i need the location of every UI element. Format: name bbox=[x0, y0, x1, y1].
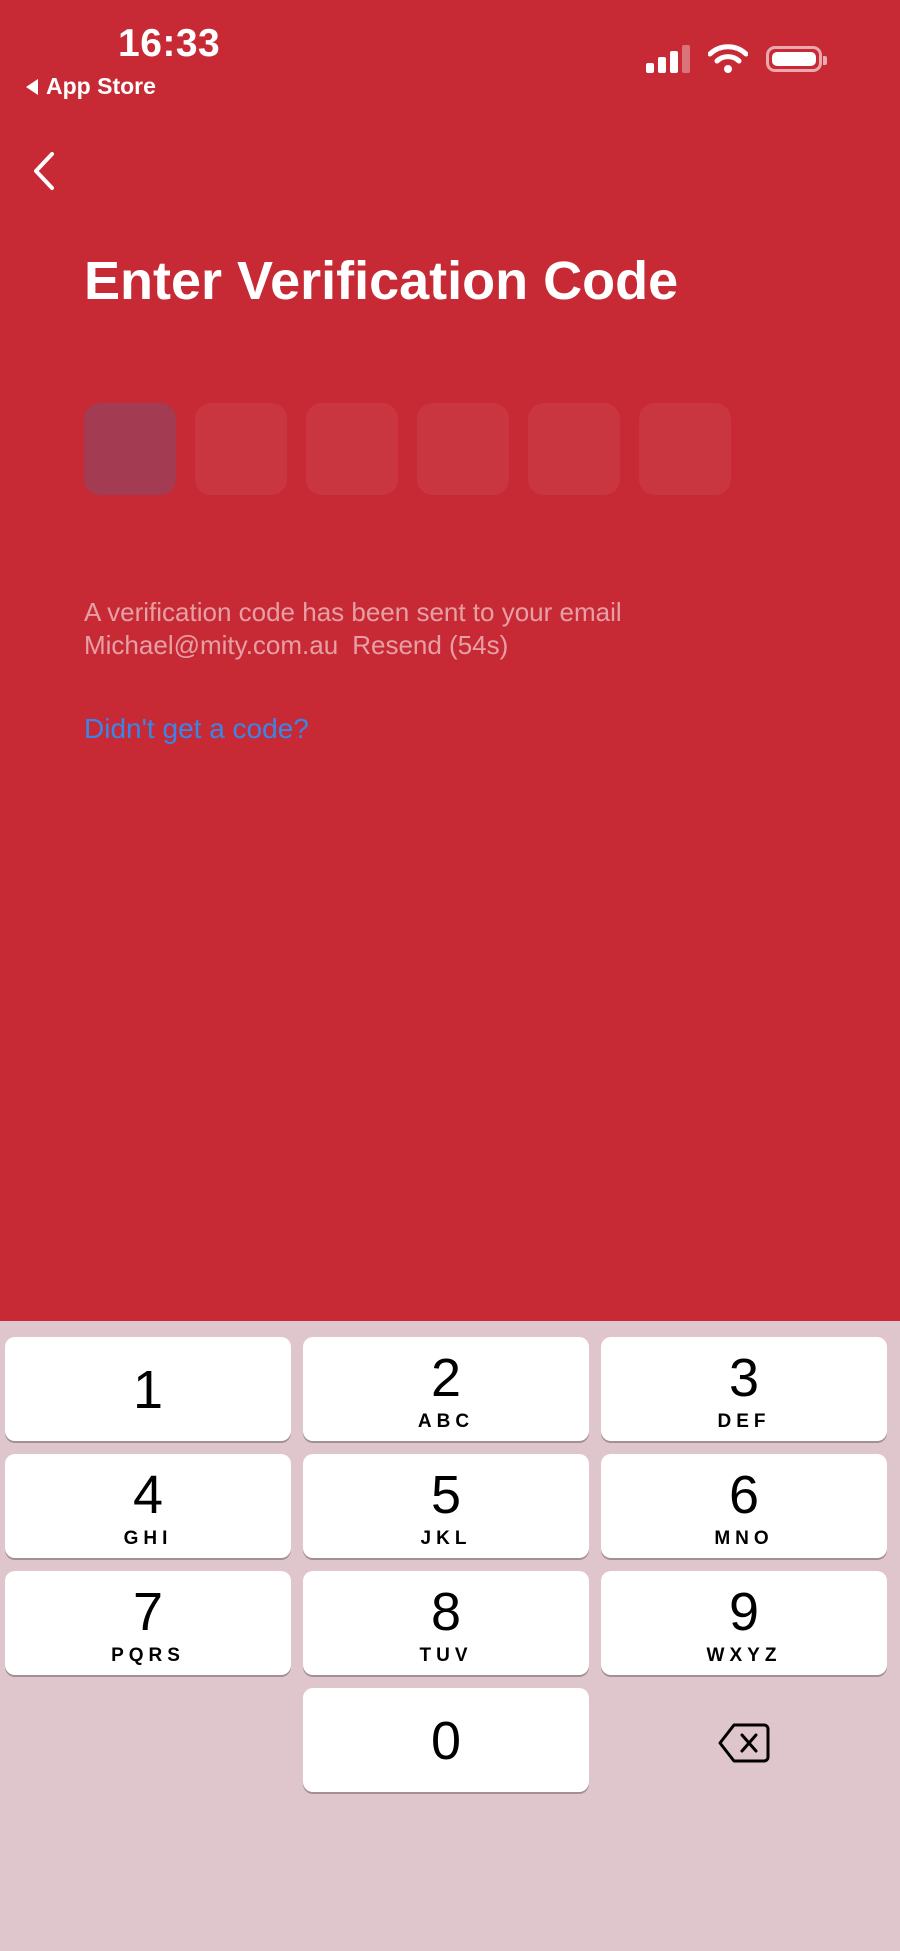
didnt-get-code-link[interactable]: Didn't get a code? bbox=[84, 713, 309, 745]
key-letters: ABC bbox=[417, 1411, 475, 1432]
chevron-left-icon bbox=[34, 152, 54, 190]
key-digit: 7 bbox=[132, 1582, 164, 1642]
battery-icon bbox=[766, 46, 827, 72]
verification-info: A verification code has been sent to you… bbox=[84, 596, 622, 662]
key-digit: 6 bbox=[728, 1465, 760, 1525]
key-letters: WXYZ bbox=[706, 1645, 782, 1666]
email-address: Michael@mity.com.au bbox=[84, 630, 339, 660]
page-title: Enter Verification Code bbox=[84, 251, 679, 311]
status-icons bbox=[646, 44, 827, 74]
code-digit-box[interactable] bbox=[84, 403, 176, 495]
code-digit-box[interactable] bbox=[528, 403, 620, 495]
key-letters: MNO bbox=[714, 1528, 774, 1549]
key-digit: 8 bbox=[430, 1582, 462, 1642]
key-2[interactable]: 2 ABC bbox=[303, 1337, 589, 1441]
key-digit: 3 bbox=[728, 1348, 760, 1408]
key-letters: PQRS bbox=[111, 1645, 185, 1666]
key-letters: DEF bbox=[717, 1411, 771, 1432]
back-to-app-store[interactable]: App Store bbox=[26, 73, 156, 100]
key-9[interactable]: 9 WXYZ bbox=[601, 1571, 887, 1675]
key-8[interactable]: 8 TUV bbox=[303, 1571, 589, 1675]
backspace-icon bbox=[718, 1723, 770, 1763]
key-letters: TUV bbox=[419, 1645, 473, 1666]
key-digit: 4 bbox=[132, 1465, 164, 1525]
key-7[interactable]: 7 PQRS bbox=[5, 1571, 291, 1675]
info-line: A verification code has been sent to you… bbox=[84, 597, 622, 627]
cellular-signal-icon bbox=[646, 45, 690, 73]
code-digit-box[interactable] bbox=[195, 403, 287, 495]
back-button[interactable] bbox=[24, 146, 64, 196]
key-6[interactable]: 6 MNO bbox=[601, 1454, 887, 1558]
code-digit-box[interactable] bbox=[417, 403, 509, 495]
key-letters: GHI bbox=[123, 1528, 173, 1549]
key-5[interactable]: 5 JKL bbox=[303, 1454, 589, 1558]
wifi-icon bbox=[708, 44, 748, 74]
status-time: 16:33 bbox=[118, 22, 221, 65]
key-0[interactable]: 0 bbox=[303, 1688, 589, 1792]
code-digit-box[interactable] bbox=[639, 403, 731, 495]
key-digit: 5 bbox=[430, 1465, 462, 1525]
key-digit: 0 bbox=[430, 1711, 462, 1771]
delete-key[interactable] bbox=[700, 1713, 788, 1773]
key-1[interactable]: 1 bbox=[5, 1337, 291, 1441]
key-4[interactable]: 4 GHI bbox=[5, 1454, 291, 1558]
back-to-app-label: App Store bbox=[46, 73, 156, 99]
key-digit: 2 bbox=[430, 1348, 462, 1408]
key-digit: 9 bbox=[728, 1582, 760, 1642]
code-digit-box[interactable] bbox=[306, 403, 398, 495]
key-letters: JKL bbox=[420, 1528, 472, 1549]
back-triangle-icon bbox=[26, 78, 38, 95]
key-digit: 1 bbox=[132, 1360, 164, 1420]
key-3[interactable]: 3 DEF bbox=[601, 1337, 887, 1441]
verification-screen: 16:33 App Store Enter Verification Code … bbox=[0, 0, 900, 1321]
verification-code-input[interactable] bbox=[84, 403, 731, 495]
resend-button[interactable]: Resend (54s) bbox=[352, 630, 508, 660]
